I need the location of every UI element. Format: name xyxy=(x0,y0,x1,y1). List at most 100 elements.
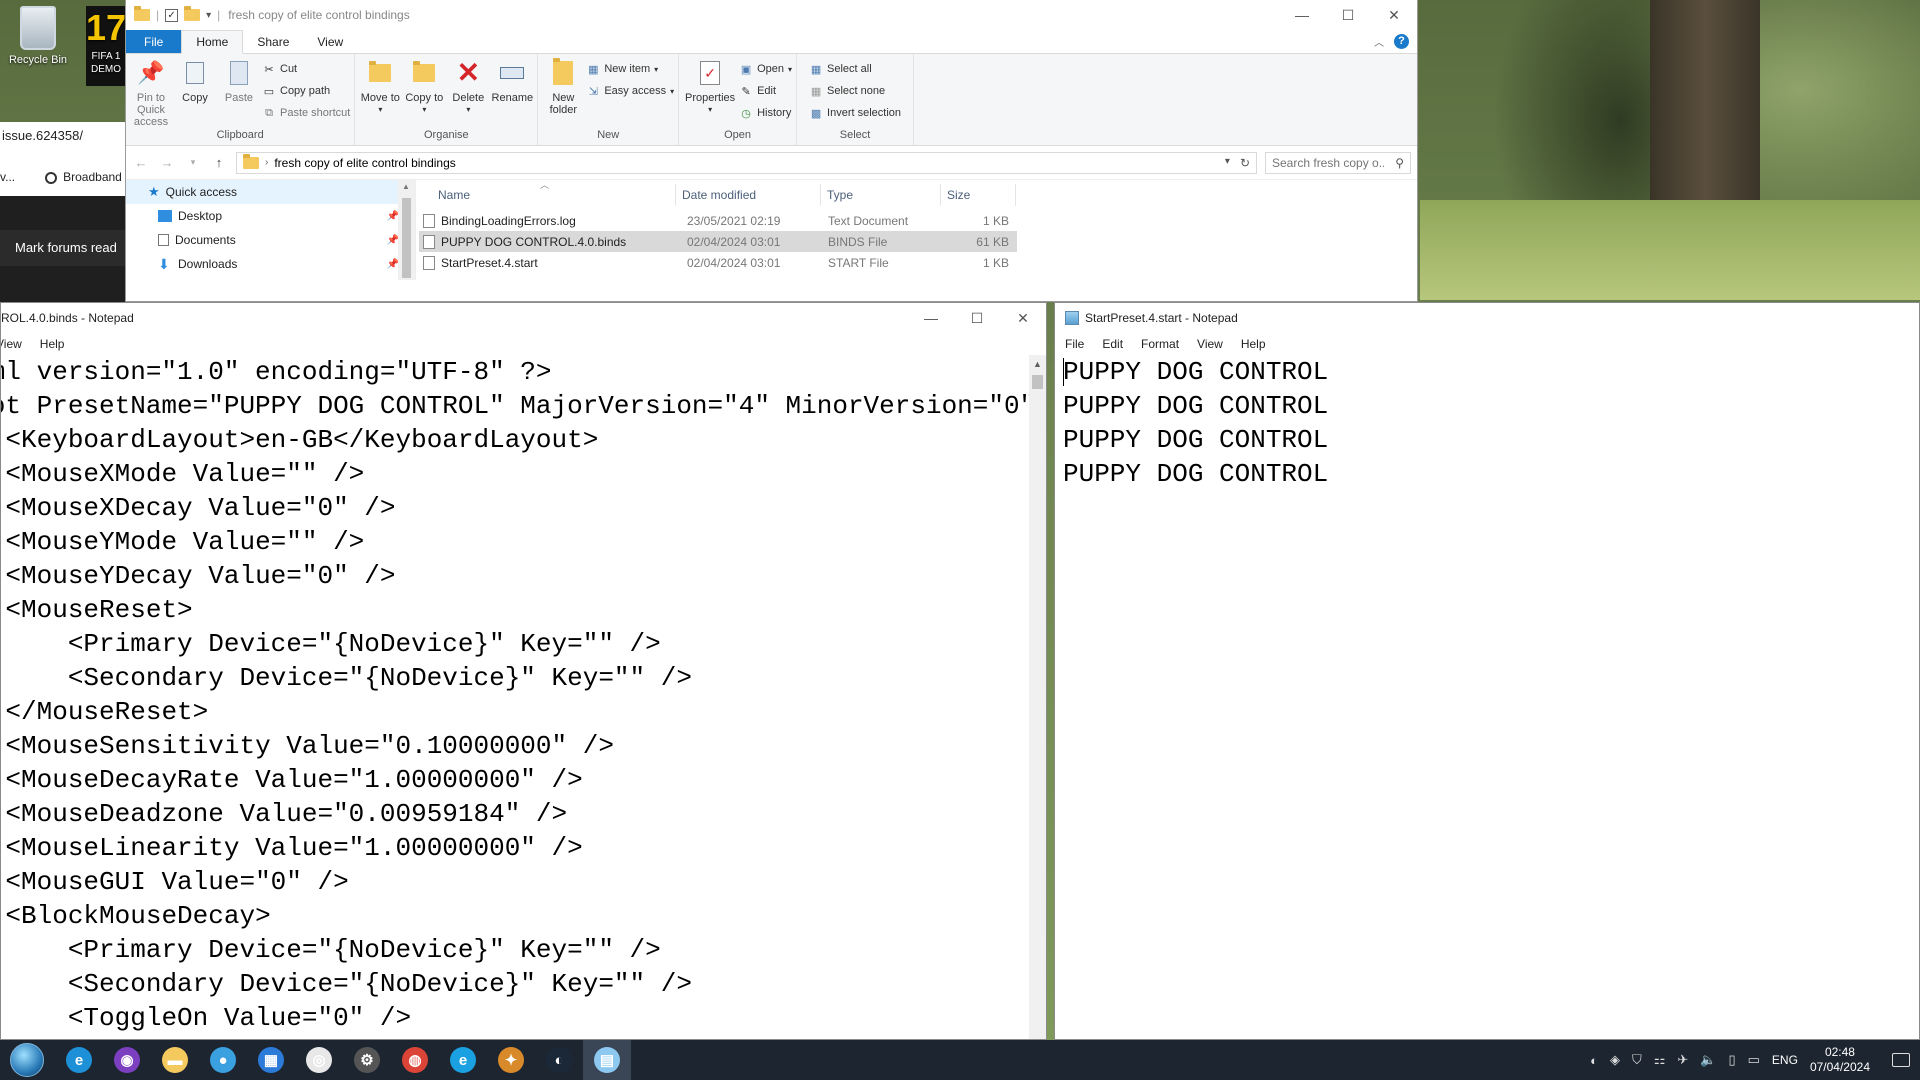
tab-view[interactable]: View xyxy=(303,30,357,53)
browser-url-fragment[interactable]: issue.624358/ xyxy=(0,128,83,143)
properties-check-icon[interactable]: ✓ xyxy=(165,8,179,22)
help-icon[interactable]: ? xyxy=(1394,34,1409,49)
notepad-text-area[interactable]: <?xml version="1.0" encoding="UTF-8" ?> <… xyxy=(1,355,1029,1039)
minimize-button[interactable]: — xyxy=(1279,0,1325,30)
rename-button[interactable]: Rename xyxy=(491,58,533,104)
up-arrow-icon[interactable]: ↑ xyxy=(210,155,228,170)
maximize-button[interactable]: ☐ xyxy=(1325,0,1371,30)
new-item-button[interactable]: ▦ New item ▾ xyxy=(586,60,674,78)
start-button[interactable] xyxy=(7,1040,47,1080)
settings-taskbar-button[interactable]: ⚙ xyxy=(343,1040,391,1080)
select-all-button[interactable]: ▦ Select all xyxy=(809,60,901,78)
clock[interactable]: 02:48 07/04/2024 xyxy=(1810,1045,1870,1075)
breadcrumb-current-folder[interactable]: fresh copy of elite control bindings xyxy=(274,156,455,170)
usb-icon[interactable]: ▯ xyxy=(1728,1052,1735,1068)
paste-button[interactable]: Paste xyxy=(218,58,260,104)
history-button[interactable]: ◷ History xyxy=(739,104,792,122)
column-type[interactable]: Type xyxy=(821,184,941,206)
forward-arrow-icon[interactable]: → xyxy=(158,155,176,170)
chrome-taskbar-button[interactable]: ◍ xyxy=(391,1040,439,1080)
properties-button[interactable]: ✓ Properties ▾ xyxy=(683,58,737,116)
minimize-button[interactable]: — xyxy=(908,303,954,333)
notepad-text-area[interactable]: PUPPY DOG CONTROL PUPPY DOG CONTROL PUPPY … xyxy=(1063,355,1919,1039)
notification-icon[interactable] xyxy=(1892,1053,1910,1067)
tab-file[interactable]: File xyxy=(126,30,182,53)
file-row[interactable]: BindingLoadingErrors.log 23/05/2021 02:1… xyxy=(419,210,1017,231)
display-icon[interactable]: ▭ xyxy=(1748,1052,1760,1068)
customize-toolbar-chevron-icon[interactable]: ▾ xyxy=(206,10,211,21)
notepad-titlebar[interactable]: ROL.4.0.binds - Notepad — ☐ ✕ xyxy=(1,303,1046,333)
nav-documents[interactable]: Documents 📌 xyxy=(126,228,415,252)
file-explorer-taskbar-button[interactable]: ▬ xyxy=(151,1040,199,1080)
menu-help[interactable]: Help xyxy=(31,337,74,351)
copy-path-button[interactable]: ▭ Copy path xyxy=(262,82,350,100)
location-tray-icon[interactable]: ✈ xyxy=(1677,1052,1688,1068)
menu-help[interactable]: Help xyxy=(1232,337,1275,351)
copy-to-button[interactable]: Copy to ▾ xyxy=(403,58,445,116)
column-name[interactable]: Name ︿ xyxy=(416,180,676,206)
volume-icon[interactable]: 🔈 xyxy=(1700,1052,1716,1068)
menu-view[interactable]: View xyxy=(1188,337,1232,351)
invert-selection-button[interactable]: ▩ Invert selection xyxy=(809,104,901,122)
close-button[interactable]: ✕ xyxy=(1000,303,1046,333)
notepad-taskbar-button[interactable]: ▤ xyxy=(583,1040,631,1080)
fifa-demo-icon[interactable]: 17 FIFA 1 DEMO xyxy=(86,6,126,86)
copy-button[interactable]: Copy xyxy=(174,58,216,104)
column-date[interactable]: Date modified xyxy=(676,184,821,206)
paste-shortcut-button[interactable]: ⧉ Paste shortcut xyxy=(262,104,350,122)
breadcrumb-chevron-icon[interactable]: › xyxy=(265,157,268,168)
tab-share[interactable]: Share xyxy=(243,30,303,53)
move-to-button[interactable]: Move to ▾ xyxy=(359,58,401,116)
edit-button[interactable]: ✎ Edit xyxy=(739,82,792,100)
language-indicator[interactable]: ENG xyxy=(1772,1053,1798,1067)
defender-tray-icon[interactable]: ◈ xyxy=(1610,1052,1620,1068)
cut-button[interactable]: ✂ Cut xyxy=(262,60,350,78)
menu-format[interactable]: Format xyxy=(1132,337,1188,351)
scroll-up-icon[interactable]: ▲ xyxy=(402,182,410,191)
address-box[interactable]: › fresh copy of elite control bindings ▾… xyxy=(236,151,1257,174)
menu-edit[interactable]: Edit xyxy=(1093,337,1132,351)
delete-button[interactable]: ✕ Delete ▾ xyxy=(447,58,489,116)
pin-to-quick-access-button[interactable]: 📌 Pin to Quick access xyxy=(130,58,172,129)
maps-taskbar-button[interactable]: ● xyxy=(199,1040,247,1080)
nav-quick-access[interactable]: ★ Quick access xyxy=(126,180,415,204)
steam-tray-icon[interactable]: ◐ xyxy=(1590,1053,1598,1068)
shield-tray-icon[interactable]: ⛉ xyxy=(1632,1052,1642,1068)
back-arrow-icon[interactable]: ← xyxy=(132,155,150,170)
file-row-selected[interactable]: PUPPY DOG CONTROL.4.0.binds 02/04/2024 0… xyxy=(419,231,1017,252)
tor-taskbar-button[interactable]: ◉ xyxy=(103,1040,151,1080)
scrollbar-thumb[interactable] xyxy=(402,198,411,278)
edge-taskbar-button[interactable]: e xyxy=(55,1040,103,1080)
menu-view[interactable]: View xyxy=(1,337,31,351)
refresh-icon[interactable]: ↻ xyxy=(1240,156,1250,170)
scroll-up-icon[interactable]: ▲ xyxy=(1033,359,1042,369)
vertical-scrollbar[interactable]: ▲ xyxy=(1029,355,1046,1039)
new-folder-icon[interactable] xyxy=(184,6,201,21)
search-icon[interactable]: ⚲ xyxy=(1395,156,1404,170)
nav-desktop[interactable]: Desktop 📌 xyxy=(126,204,415,228)
mark-forums-read-button[interactable]: Mark forums read xyxy=(0,230,125,266)
tab-home[interactable]: Home xyxy=(181,30,244,54)
network-tray-icon[interactable]: ⚏ xyxy=(1654,1052,1666,1068)
address-dropdown-icon[interactable]: ▾ xyxy=(1225,156,1230,170)
steam-taskbar-button[interactable]: ◐ xyxy=(535,1040,583,1080)
elite-dangerous-taskbar-button[interactable]: ◎ xyxy=(295,1040,343,1080)
notepad-titlebar[interactable]: StartPreset.4.start - Notepad xyxy=(1055,303,1919,333)
easy-access-button[interactable]: ⇲ Easy access ▾ xyxy=(586,82,674,100)
collapse-ribbon-icon[interactable]: ︿ xyxy=(1374,34,1384,49)
nav-downloads[interactable]: ⬇ Downloads 📌 xyxy=(126,252,415,276)
file-row[interactable]: StartPreset.4.start 02/04/2024 03:01 STA… xyxy=(419,252,1017,273)
game-launcher-taskbar-button[interactable]: ✦ xyxy=(487,1040,535,1080)
column-size[interactable]: Size xyxy=(941,184,1016,206)
maximize-button[interactable]: ☐ xyxy=(954,303,1000,333)
select-none-button[interactable]: ▦ Select none xyxy=(809,82,901,100)
close-button[interactable]: ✕ xyxy=(1371,0,1417,30)
calendar-taskbar-button[interactable]: ▦ xyxy=(247,1040,295,1080)
recycle-bin-icon[interactable]: Recycle Bin xyxy=(2,6,74,66)
open-button[interactable]: ▣ Open ▾ xyxy=(739,60,792,78)
menu-file[interactable]: File xyxy=(1056,337,1093,351)
browser-bookmark-bar[interactable]: v... Broadband Sp xyxy=(0,170,140,184)
scrollbar-thumb[interactable] xyxy=(1032,375,1043,389)
new-folder-button[interactable]: New folder xyxy=(542,58,584,116)
explorer-titlebar[interactable]: | ✓ ▾ | fresh copy of elite control bind… xyxy=(126,0,1417,30)
